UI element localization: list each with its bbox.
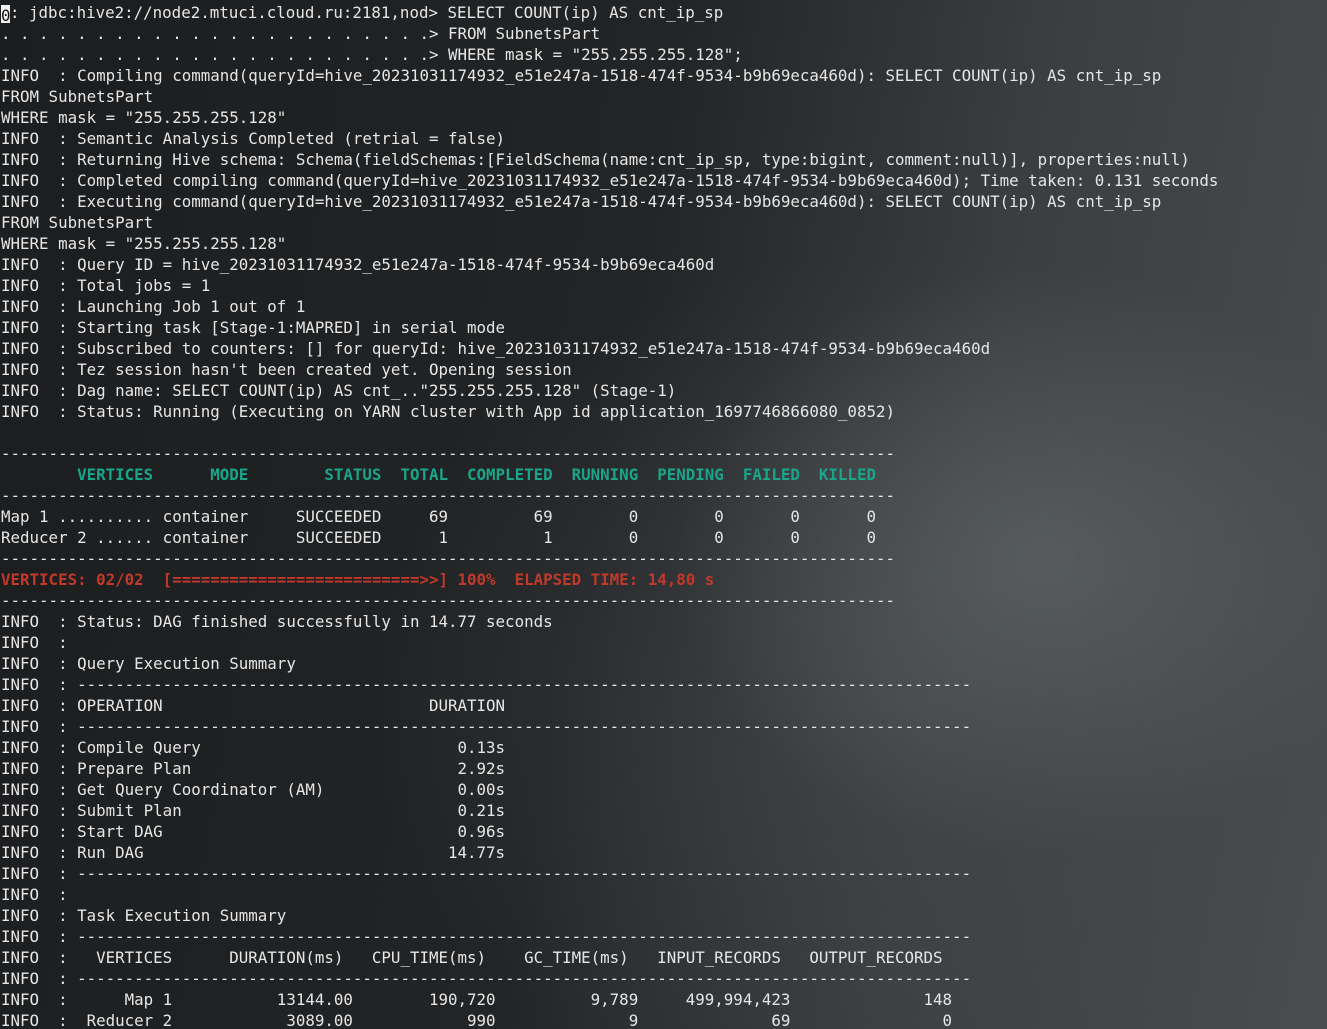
log-line: INFO : Prepare Plan 2.92s (1, 759, 506, 778)
log-line: INFO : Returning Hive schema: Schema(fie… (1, 150, 1190, 169)
log-line: FROM SubnetsPart (1, 87, 154, 106)
terminal-window[interactable]: 0: jdbc:hive2://node2.mtuci.cloud.ru:218… (1, 2, 1327, 1029)
log-line: INFO : Map 1 13144.00 190,720 9,789 499,… (1, 990, 953, 1009)
vertices-separator: ----------------------------------------… (1, 549, 895, 568)
summary-output: INFO : Status: DAG finished successfully… (1, 611, 1327, 1029)
log-output: . . . . . . . . . . . . . . . . . . . . … (1, 23, 1327, 464)
log-line: INFO : Tez session hasn't been created y… (1, 360, 572, 379)
log-line: INFO : VERTICES DURATION(ms) CPU_TIME(ms… (1, 948, 943, 967)
vertex-row: Map 1 .......... container SUCCEEDED 69 … (1, 507, 876, 526)
log-line: INFO : Start DAG 0.96s (1, 822, 506, 841)
log-line: INFO : OPERATION DURATION (1, 696, 506, 715)
log-line: INFO : ---------------------------------… (1, 675, 972, 694)
log-line: INFO : Compiling command(queryId=hive_20… (1, 66, 1162, 85)
log-line: . . . . . . . . . . . . . . . . . . . . … (1, 45, 743, 64)
log-line: INFO : ---------------------------------… (1, 864, 972, 883)
log-line: INFO : Status: DAG finished successfully… (1, 612, 553, 631)
log-line: INFO : Get Query Coordinator (AM) 0.00s (1, 780, 506, 799)
log-line: INFO : Total jobs = 1 (1, 276, 211, 295)
log-line: INFO : ---------------------------------… (1, 969, 972, 988)
log-line: INFO : ---------------------------------… (1, 927, 972, 946)
log-line: INFO : Query Execution Summary (1, 654, 296, 673)
log-line: INFO : Reducer 2 3089.00 990 9 69 0 (1, 1011, 953, 1029)
prompt-line: 0: jdbc:hive2://node2.mtuci.cloud.ru:218… (1, 3, 724, 25)
log-line: INFO : Task Execution Summary (1, 906, 287, 925)
log-line: WHERE mask = "255.255.255.128" (1, 108, 287, 127)
vertices-separator: ----------------------------------------… (1, 486, 895, 505)
log-line: FROM SubnetsPart (1, 213, 154, 232)
cursor: 0 (1, 5, 11, 25)
log-line: INFO : Status: Running (Executing on YAR… (1, 402, 895, 421)
log-line: INFO : (1, 885, 68, 904)
vertices-table: Map 1 .......... container SUCCEEDED 69 … (1, 506, 1327, 548)
vertex-row: Reducer 2 ...... container SUCCEEDED 1 1… (1, 528, 876, 547)
log-line: INFO : Semantic Analysis Completed (retr… (1, 129, 506, 148)
log-line: INFO : Completed compiling command(query… (1, 171, 1219, 190)
log-line: INFO : Compile Query 0.13s (1, 738, 506, 757)
log-line: INFO : Query ID = hive_20231031174932_e5… (1, 255, 715, 274)
log-line: INFO : Dag name: SELECT COUNT(ip) AS cnt… (1, 381, 677, 400)
progress-line: VERTICES: 02/02 [=======================… (1, 570, 715, 589)
vertices-separator: ----------------------------------------… (1, 591, 895, 610)
log-line: INFO : Submit Plan 0.21s (1, 801, 506, 820)
log-line: . . . . . . . . . . . . . . . . . . . . … (1, 24, 601, 43)
log-line: INFO : Subscribed to counters: [] for qu… (1, 339, 991, 358)
log-line: INFO : Starting task [Stage-1:MAPRED] in… (1, 318, 506, 337)
log-line: INFO : Launching Job 1 out of 1 (1, 297, 306, 316)
log-line: ----------------------------------------… (1, 444, 895, 463)
log-line: WHERE mask = "255.255.255.128" (1, 234, 287, 253)
vertices-header: VERTICES MODE STATUS TOTAL COMPLETED RUN… (1, 465, 876, 484)
log-line: INFO : (1, 633, 68, 652)
log-line: INFO : Executing command(queryId=hive_20… (1, 192, 1162, 211)
log-line: INFO : Run DAG 14.77s (1, 843, 506, 862)
log-line: INFO : ---------------------------------… (1, 717, 972, 736)
